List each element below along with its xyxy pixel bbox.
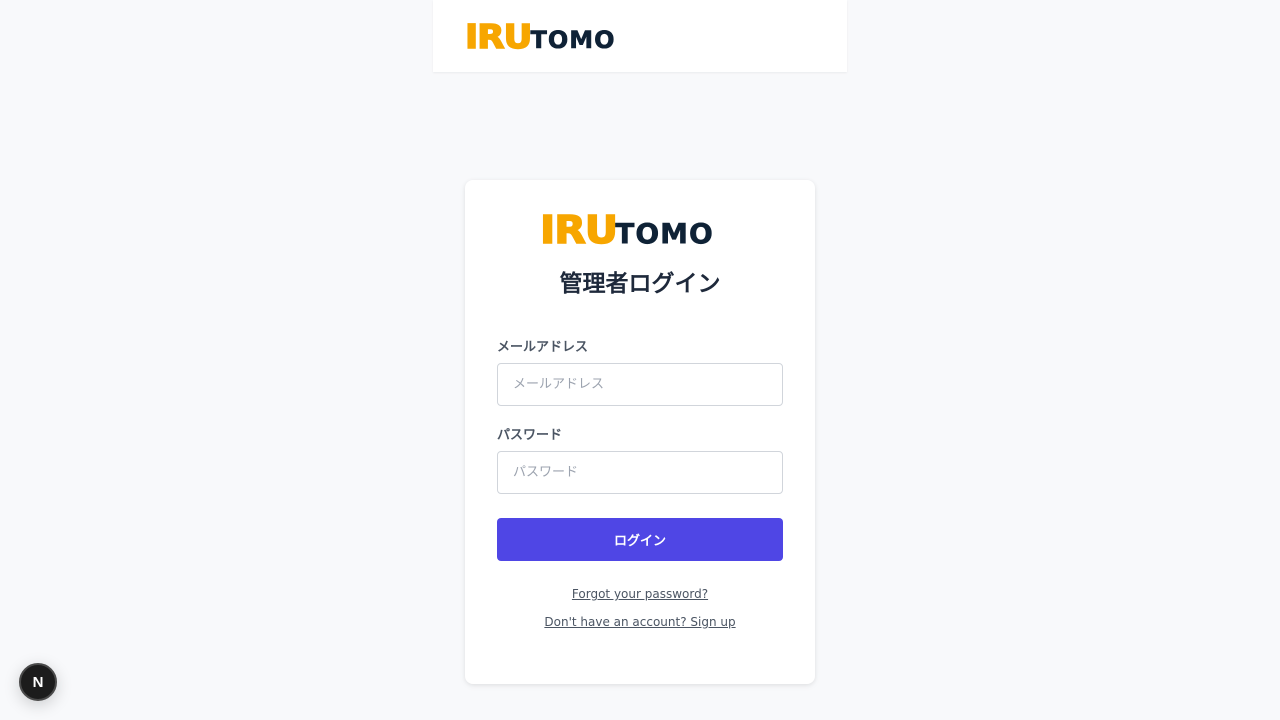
card-logo-tomo: TOMO <box>615 217 714 250</box>
header-logo-tomo: TOMO <box>530 25 616 54</box>
email-input[interactable] <box>497 363 783 406</box>
login-card: IRU TOMO 管理者ログイン メールアドレス パスワード ログイン Forg… <box>465 180 815 684</box>
nextjs-dev-indicator[interactable]: N <box>19 663 57 701</box>
login-button[interactable]: ログイン <box>497 518 783 561</box>
email-label: メールアドレス <box>497 340 589 355</box>
forgot-password-link-row: Forgot your password? <box>465 587 815 601</box>
nextjs-logo-icon: N <box>32 673 44 691</box>
password-input[interactable] <box>497 451 783 494</box>
card-logo-iru: IRU <box>539 208 619 252</box>
signup-link-row: Don't have an account? Sign up <box>465 615 815 629</box>
forgot-password-link[interactable]: Forgot your password? <box>572 587 708 601</box>
card-logo: IRU TOMO <box>539 208 714 252</box>
top-header: IRU TOMO <box>433 0 847 72</box>
page-title: 管理者ログイン <box>559 271 721 297</box>
password-label: パスワード <box>497 428 563 443</box>
header-logo-iru: IRU <box>464 16 533 56</box>
signup-link[interactable]: Don't have an account? Sign up <box>544 615 735 629</box>
header-logo[interactable]: IRU TOMO <box>464 16 616 56</box>
